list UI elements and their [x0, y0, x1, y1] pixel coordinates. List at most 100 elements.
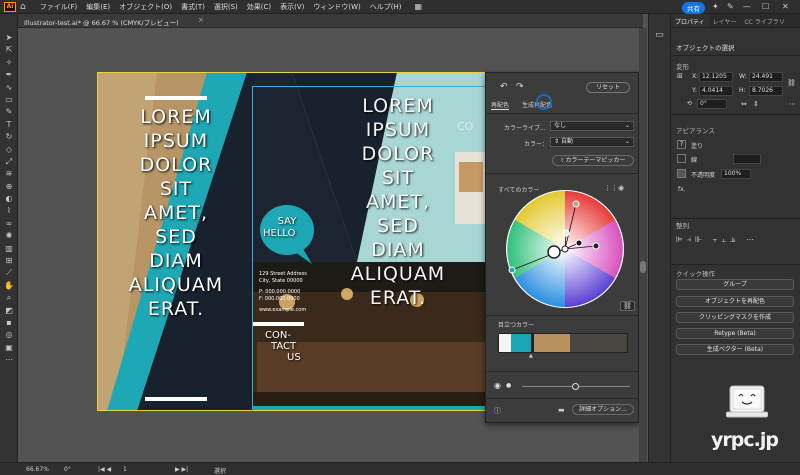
stroke-weight-field[interactable]	[733, 154, 761, 164]
pen-icon[interactable]: ✎	[727, 2, 734, 11]
theme-picker-button[interactable]: ⌇ カラーテーマピッカー	[552, 155, 634, 166]
menu-file[interactable]: ファイル(F)	[40, 2, 78, 12]
hand-tool-icon[interactable]: ✋	[0, 280, 18, 292]
edit-toolbar-icon[interactable]: ⋯	[0, 354, 18, 366]
color-wheel[interactable]	[504, 188, 626, 310]
shape-builder-icon[interactable]: ⊕	[0, 181, 18, 193]
folder-icon[interactable]: ▬	[558, 406, 565, 414]
reset-button[interactable]: リセット	[586, 82, 630, 93]
reference-point-icon[interactable]: ⊞	[677, 72, 683, 80]
menu-window[interactable]: ウィンドウ(W)	[313, 2, 360, 12]
swatch[interactable]	[534, 334, 570, 352]
tab-properties[interactable]: プロパティ	[671, 14, 709, 27]
retype-button[interactable]: Retype (Beta)	[676, 328, 794, 339]
gradient-tool-icon[interactable]: ◐	[0, 193, 18, 205]
more-options-icon[interactable]: ⋯	[789, 100, 796, 108]
document-tab[interactable]: Illustrator-test.ai* @ 66.67 % (CMYK/プレビ…	[18, 14, 643, 28]
fx-button[interactable]: fx.	[678, 186, 686, 193]
align-icons[interactable]: ⊫⫞⊪ ⫟⫠⫡ ⋯	[676, 235, 758, 245]
link-proportions-icon[interactable]: ⛓	[787, 79, 796, 87]
menu-type[interactable]: 書式(T)	[181, 2, 205, 12]
swatch[interactable]	[510, 334, 531, 352]
tab-layers[interactable]: レイヤー	[709, 14, 741, 27]
draw-mode-icon[interactable]: ◎	[0, 329, 18, 341]
rectangle-tool-icon[interactable]: ▭	[0, 94, 18, 106]
fill-stroke-icon[interactable]: ◩	[0, 305, 18, 317]
scrollbar-thumb[interactable]	[640, 261, 646, 273]
recolor-object-button[interactable]: オブジェクトを再配色	[676, 296, 794, 307]
artboard[interactable]: LOREM IPSUM DOLOR SIT AMET, SED DIAM ALI…	[97, 72, 486, 411]
artboard-nav-icons[interactable]: |◀ ◀	[98, 466, 111, 473]
share-button[interactable]: 共有	[682, 2, 705, 14]
close-window-icon[interactable]: ✕	[782, 2, 789, 11]
close-tab-icon[interactable]: ×	[198, 16, 204, 24]
x-field[interactable]: 12.1205	[699, 72, 733, 82]
opacity-field[interactable]: 100%	[721, 169, 751, 179]
scale-tool-icon[interactable]: ⤢	[0, 156, 18, 168]
minimize-icon[interactable]: —	[743, 2, 751, 11]
clipping-mask-button[interactable]: クリッピングマスクを作成	[676, 312, 794, 323]
fill-swatch-icon[interactable]: ?	[677, 140, 686, 149]
slice-tool-icon[interactable]: ⟋	[0, 267, 18, 279]
zoom-level[interactable]: 66.67%	[26, 466, 49, 473]
selection-tool-icon[interactable]: ➤	[0, 32, 18, 44]
type-tool-icon[interactable]: T	[0, 119, 18, 131]
eraser-tool-icon[interactable]: ◇	[0, 144, 18, 156]
generative-vector-button[interactable]: 生成ベクター (Beta)	[676, 344, 794, 355]
rotate-tool-icon[interactable]: ↻	[0, 131, 18, 143]
zoom-tool-icon[interactable]: ⌕	[0, 292, 18, 304]
maximize-icon[interactable]: ☐	[762, 2, 769, 11]
redo-icon[interactable]: ↷	[516, 82, 524, 92]
direct-selection-icon[interactable]: ⇱	[0, 44, 18, 56]
rotation-value[interactable]: 0°	[64, 466, 71, 473]
saturation-icon[interactable]: ◉	[494, 381, 501, 390]
vertical-scrollbar[interactable]	[639, 28, 647, 462]
prominent-colors-bar[interactable]	[498, 333, 628, 353]
menu-help[interactable]: ヘルプ(H)	[370, 2, 402, 12]
tab-recolor[interactable]: 再配色	[491, 100, 510, 110]
flip-horizontal-icon[interactable]: ⇔	[741, 100, 747, 108]
symbol-sprayer-icon[interactable]: ✺	[0, 230, 18, 242]
menu-edit[interactable]: 編集(E)	[86, 2, 110, 12]
swatch[interactable]	[569, 334, 627, 352]
eyedropper-icon[interactable]: ⌇	[0, 205, 18, 217]
arrange-icon[interactable]: ▦	[415, 2, 423, 11]
artboard-tool-icon[interactable]: ⊞	[0, 255, 18, 267]
width-field[interactable]: 24.491	[749, 72, 783, 82]
home-icon[interactable]: ⌂	[20, 2, 26, 12]
group-button[interactable]: グループ	[676, 279, 794, 290]
color-mode-icon[interactable]: ▪	[0, 317, 18, 329]
artboard-nav-next-icons[interactable]: ▶ ▶|	[175, 466, 188, 473]
slider-handle[interactable]	[572, 383, 579, 390]
undo-icon[interactable]: ↶	[500, 82, 508, 92]
swatch-marker-icon[interactable]: ▲	[529, 353, 533, 359]
menu-effect[interactable]: 効果(C)	[247, 2, 271, 12]
link-harmony-icon[interactable]: ⛓	[620, 301, 635, 311]
advanced-options-button[interactable]: 詳細オプション...	[572, 404, 634, 415]
menu-view[interactable]: 表示(V)	[280, 2, 304, 12]
curvature-icon[interactable]: ∿	[0, 82, 18, 94]
y-field[interactable]: 4.0414	[699, 86, 733, 96]
stroke-swatch-icon[interactable]	[677, 154, 686, 163]
info-icon[interactable]: ⓘ	[494, 406, 501, 416]
menu-select[interactable]: 選択(S)	[214, 2, 238, 12]
blend-tool-icon[interactable]: ∞	[0, 218, 18, 230]
height-field[interactable]: 8.7026	[749, 86, 783, 96]
tab-cc-libraries[interactable]: CC ライブラリ	[740, 14, 788, 27]
screen-mode-icon[interactable]: ▣	[0, 342, 18, 354]
angle-field[interactable]: 0°	[697, 99, 727, 109]
magic-wand-icon[interactable]: ✧	[0, 57, 18, 69]
brush-tool-icon[interactable]: ✎	[0, 106, 18, 118]
color-library-select[interactable]: なし ⌄	[550, 121, 634, 131]
flip-vertical-icon[interactable]: ⇕	[753, 100, 759, 108]
comments-icon[interactable]: ▭	[649, 30, 670, 40]
lightbulb-icon[interactable]: ✦	[712, 2, 719, 11]
brightness-icon[interactable]: ●	[506, 382, 511, 389]
artboard-number[interactable]: 1	[123, 466, 127, 473]
graph-tool-icon[interactable]: ▥	[0, 243, 18, 255]
swatch[interactable]	[499, 334, 511, 352]
warp-tool-icon[interactable]: ≋	[0, 168, 18, 180]
menu-object[interactable]: オブジェクト(O)	[119, 2, 172, 12]
pen-tool-icon[interactable]: ✒	[0, 69, 18, 81]
colors-select[interactable]: ⇕ 自動 ⌄	[550, 137, 634, 147]
